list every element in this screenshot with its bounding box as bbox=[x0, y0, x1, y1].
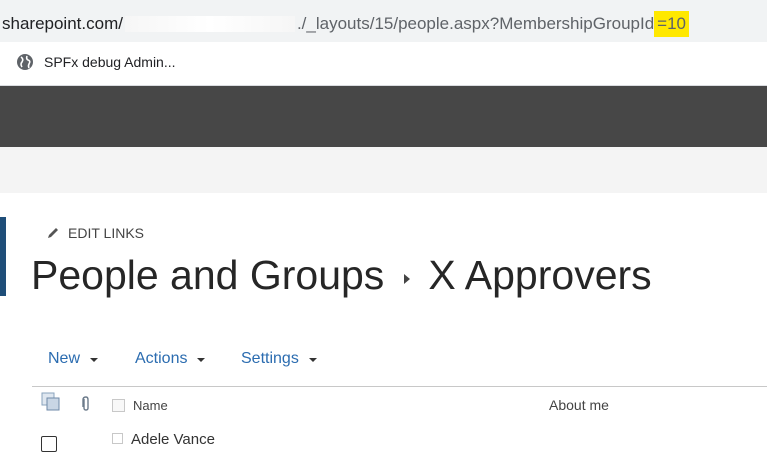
url-host: sharepoint.com/ bbox=[2, 14, 123, 33]
column-header-about-me[interactable]: About me bbox=[549, 397, 609, 413]
settings-label: Settings bbox=[241, 350, 299, 367]
suite-bar bbox=[0, 86, 767, 147]
settings-menu-button[interactable]: Settings bbox=[241, 350, 317, 368]
toolbar-divider bbox=[32, 386, 767, 387]
chevron-down-icon bbox=[308, 358, 317, 362]
pencil-icon bbox=[48, 228, 58, 238]
ribbon-bar bbox=[0, 147, 767, 193]
globe-icon[interactable] bbox=[16, 53, 34, 71]
new-label: New bbox=[48, 350, 81, 367]
actions-label: Actions bbox=[135, 350, 188, 367]
row-item-icon bbox=[112, 433, 123, 444]
breadcrumb-people-and-groups[interactable]: People and Groups bbox=[31, 252, 384, 299]
paperclip-icon bbox=[82, 396, 89, 411]
row-name-adele-vance[interactable]: Adele Vance bbox=[131, 431, 215, 448]
url-highlighted-id: =10 bbox=[654, 11, 690, 37]
column-header-name[interactable]: Name bbox=[133, 398, 168, 413]
bookmark-spfx-debug-admin[interactable]: SPFx debug Admin... bbox=[44, 54, 176, 70]
breadcrumb-arrow-icon bbox=[404, 273, 411, 284]
url-path: ./_layouts/15/people.aspx?MembershipGrou… bbox=[296, 14, 655, 33]
column-checkbox-icon bbox=[112, 399, 125, 412]
chevron-down-icon bbox=[90, 358, 99, 362]
title-accent-bar bbox=[0, 217, 6, 296]
chevron-down-icon bbox=[197, 358, 206, 362]
select-all-icon[interactable] bbox=[41, 392, 61, 412]
row-checkbox[interactable] bbox=[41, 436, 57, 452]
page-title: People and Groups X Approvers bbox=[31, 252, 652, 299]
url-text[interactable]: sharepoint.com/ ./_layouts/15/people.asp… bbox=[2, 11, 690, 37]
page-title-group: X Approvers bbox=[428, 252, 652, 298]
new-menu-button[interactable]: New bbox=[48, 350, 99, 368]
actions-menu-button[interactable]: Actions bbox=[135, 350, 206, 368]
url-redacted-segment bbox=[124, 16, 295, 32]
edit-links-label: EDIT LINKS bbox=[68, 225, 144, 241]
edit-links-button[interactable]: EDIT LINKS bbox=[46, 225, 144, 241]
